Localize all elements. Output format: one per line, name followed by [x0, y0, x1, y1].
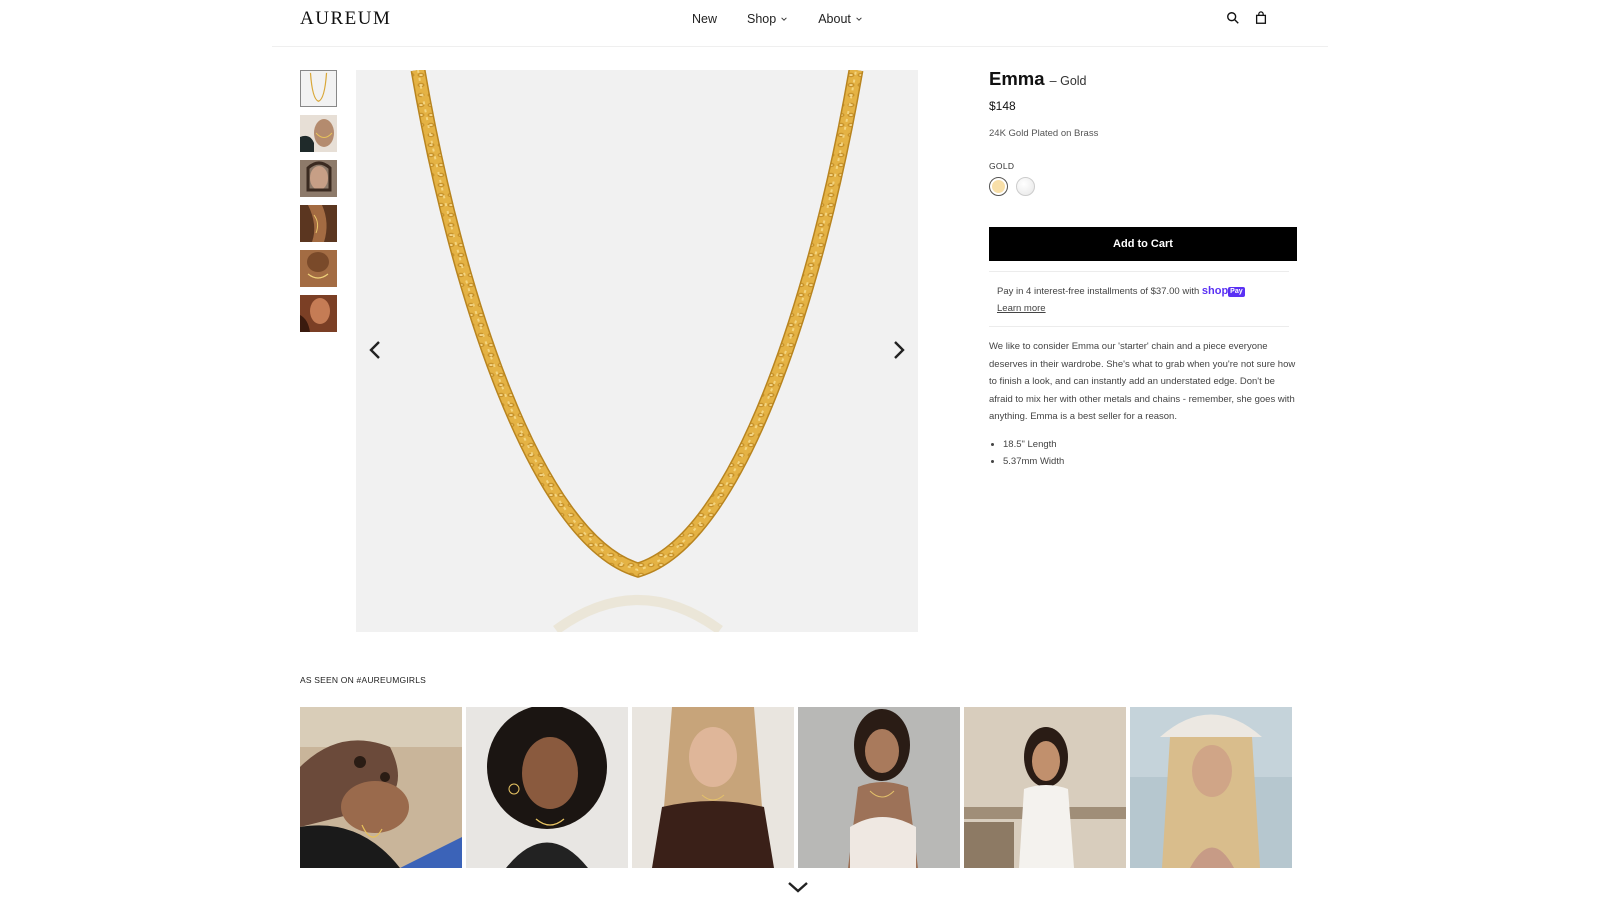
swatch-silver[interactable] — [1016, 177, 1035, 196]
thumbnail-model-closeup[interactable] — [300, 205, 337, 242]
product-material: 24K Gold Plated on Brass — [989, 128, 1099, 139]
spec-item: 5.37mm Width — [1003, 453, 1299, 471]
main-product-image — [356, 70, 918, 632]
product-title: Emma – Gold — [989, 68, 1299, 90]
product-name: Emma — [989, 68, 1045, 89]
shoppay-logo: shop Pay — [1201, 285, 1245, 297]
product-specs: 18.5" Length 5.37mm Width — [989, 436, 1299, 471]
bag-icon[interactable] — [1254, 11, 1268, 25]
product-description: We like to consider Emma our 'starter' c… — [989, 341, 1296, 422]
site-logo[interactable]: AUREUM — [300, 8, 391, 30]
swatch-gold[interactable] — [989, 177, 1008, 196]
social-photo-white-tee-wood[interactable] — [964, 707, 1126, 868]
chevron-down-icon — [788, 882, 808, 893]
social-photo-white-top-studio[interactable] — [798, 707, 960, 868]
nav-item-label: Shop — [747, 12, 777, 26]
header-actions — [1226, 11, 1268, 25]
nav-item-shop[interactable]: Shop — [747, 12, 788, 26]
social-photo-beach-hat-blonde[interactable] — [1130, 707, 1292, 868]
thumbnail-necklace[interactable] — [300, 70, 337, 107]
social-photo-beach-bucket-hat[interactable] — [300, 707, 462, 868]
color-option-label: GOLD — [989, 161, 1015, 171]
installments-text: Pay in 4 interest-free installments of $… — [997, 286, 1200, 297]
installments-banner: Pay in 4 interest-free installments of $… — [989, 271, 1289, 327]
nav-item-new[interactable]: New — [692, 12, 717, 26]
scroll-down-button[interactable] — [787, 880, 809, 894]
social-heading: AS SEEN ON #AUREUMGIRLS — [300, 675, 426, 685]
add-to-cart-button[interactable]: Add to Cart — [989, 227, 1297, 261]
social-photo-blonde-blazer[interactable] — [632, 707, 794, 868]
chevron-left-icon — [369, 341, 380, 359]
site-header: AUREUM New Shop About — [272, 0, 1328, 47]
learn-more-link[interactable]: Learn more — [997, 303, 1046, 314]
search-icon[interactable] — [1226, 11, 1240, 25]
thumbnail-model-warm[interactable] — [300, 295, 337, 332]
product-price: $148 — [989, 99, 1016, 113]
chevron-down-icon — [781, 17, 787, 21]
social-photo-curly-hair-portrait[interactable] — [466, 707, 628, 868]
product-variant: – Gold — [1049, 74, 1087, 88]
thumbnail-list — [300, 70, 338, 340]
social-gallery — [300, 707, 1292, 868]
chevron-right-icon — [894, 341, 905, 359]
chevron-down-icon — [856, 17, 862, 21]
thumbnail-model-neck[interactable] — [300, 115, 337, 152]
next-image-button[interactable] — [886, 338, 910, 362]
prev-image-button[interactable] — [364, 338, 388, 362]
nav-item-about[interactable]: About — [818, 12, 863, 26]
spec-item: 18.5" Length — [1003, 436, 1299, 454]
thumbnail-model-chain[interactable] — [300, 250, 337, 287]
product-info: Emma – Gold $148 24K Gold Plated on Bras… — [989, 68, 1299, 471]
nav-item-label: New — [692, 12, 718, 26]
nav-item-label: About — [818, 12, 851, 26]
necklace-image — [410, 70, 864, 632]
main-nav: New Shop About — [692, 12, 863, 26]
thumbnail-model-portrait[interactable] — [300, 160, 337, 197]
color-swatches — [989, 177, 1299, 196]
